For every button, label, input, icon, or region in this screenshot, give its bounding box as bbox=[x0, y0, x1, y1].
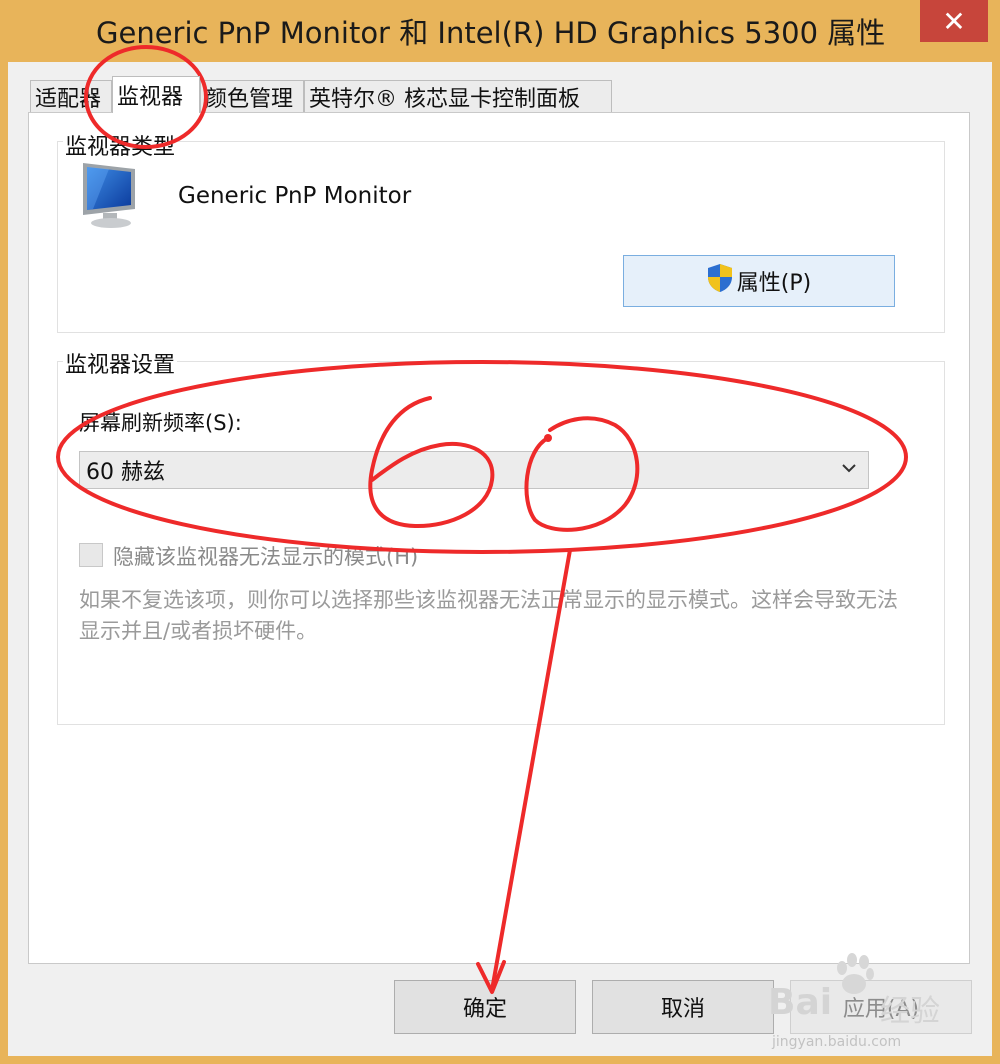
hide-modes-label: 隐藏该监视器无法显示的模式(H) bbox=[113, 545, 419, 569]
chevron-down-icon bbox=[840, 458, 858, 483]
monitor-properties-button[interactable]: 属性(P) bbox=[623, 255, 895, 307]
tab-color-management-label: 颜色管理 bbox=[205, 86, 294, 112]
watermark-brand-suffix: 经验 bbox=[880, 994, 940, 1029]
monitor-type-group-label: 监视器类型 bbox=[63, 129, 178, 161]
dialog-client: 适配器 监视器 颜色管理 英特尔® 核芯显卡控制面板 监视器类型 Generic… bbox=[8, 62, 992, 1056]
cancel-button[interactable]: 取消 bbox=[592, 980, 774, 1034]
title-bar: Generic PnP Monitor 和 Intel(R) HD Graphi… bbox=[0, 0, 1000, 62]
ok-button[interactable]: 确定 bbox=[394, 980, 576, 1034]
tab-monitor[interactable]: 监视器 bbox=[112, 76, 200, 113]
paw-icon bbox=[837, 953, 874, 994]
monitor-icon bbox=[79, 163, 143, 229]
monitor-settings-group-label: 监视器设置 bbox=[63, 347, 178, 379]
tab-adapter[interactable]: 适配器 bbox=[30, 80, 112, 112]
monitor-name: Generic PnP Monitor bbox=[178, 183, 412, 209]
monitor-properties-label: 属性(P) bbox=[736, 271, 812, 296]
close-button[interactable]: ✕ bbox=[920, 0, 988, 42]
hide-modes-checkbox[interactable] bbox=[79, 543, 103, 567]
tab-intel-control-panel-label: 英特尔® 核芯显卡控制面板 bbox=[309, 86, 580, 112]
refresh-rate-label: 屏幕刷新频率(S): bbox=[79, 411, 242, 435]
refresh-rate-select[interactable]: 60 赫兹 bbox=[79, 451, 869, 489]
watermark-url: jingyan.baidu.com bbox=[772, 1034, 902, 1050]
monitor-tab-panel: 监视器类型 Generic PnP Monitor 属性(P) 监视器设置 屏幕… bbox=[28, 112, 970, 964]
tab-adapter-label: 适配器 bbox=[35, 86, 102, 112]
close-icon: ✕ bbox=[942, 4, 966, 38]
refresh-rate-value: 60 赫兹 bbox=[86, 460, 165, 485]
tab-intel-control-panel[interactable]: 英特尔® 核芯显卡控制面板 bbox=[304, 80, 612, 112]
hide-modes-description: 如果不复选该项，则你可以选择那些该监视器无法正常显示的显示模式。这样会导致无法显… bbox=[79, 588, 898, 643]
tab-monitor-label: 监视器 bbox=[117, 85, 184, 110]
cancel-button-label: 取消 bbox=[660, 997, 705, 1022]
tab-color-management[interactable]: 颜色管理 bbox=[200, 80, 304, 112]
watermark-brand: Bai bbox=[768, 982, 833, 1023]
uac-shield-icon bbox=[707, 263, 733, 299]
baidu-watermark: Bai 经验 jingyan.baidu.com bbox=[768, 952, 968, 1062]
ok-button-label: 确定 bbox=[462, 997, 507, 1022]
window-title: Generic PnP Monitor 和 Intel(R) HD Graphi… bbox=[96, 16, 886, 50]
